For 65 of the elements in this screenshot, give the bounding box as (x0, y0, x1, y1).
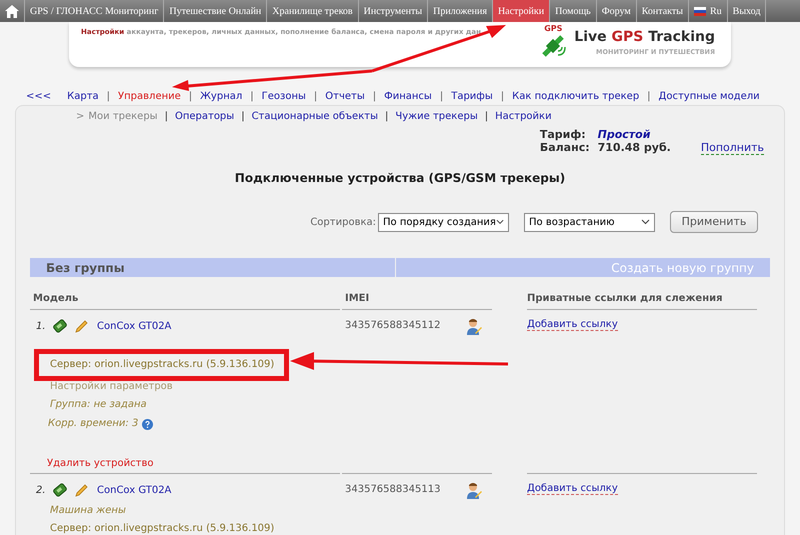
delete-device-link[interactable]: Удалить устройство (30, 456, 342, 471)
subnav-link[interactable]: Стационарные объекты (252, 109, 378, 124)
separator: | (188, 90, 192, 104)
nav-link[interactable]: Управление (118, 88, 181, 104)
nav-link[interactable]: Доступные модели (658, 88, 760, 104)
separator: | (647, 90, 651, 104)
page-title: Подключенные устройства (GPS/GSM трекеры) (234, 170, 566, 187)
nav-link[interactable]: Отчеты (325, 88, 365, 104)
sort-label: Сортировка: (310, 216, 376, 230)
row-number: 2. (36, 484, 46, 498)
help-icon[interactable] (142, 418, 154, 430)
pencil-icon[interactable] (74, 482, 89, 498)
apply-button[interactable]: Применить (670, 211, 758, 233)
user-edit-icon[interactable] (466, 318, 482, 336)
topup-link[interactable]: Пополнить (700, 141, 764, 155)
nav-link[interactable]: Как подключить трекер (512, 88, 640, 104)
imei-text: 343576588345113 (345, 483, 440, 497)
separator: | (500, 90, 504, 104)
group-header: Без группы (30, 258, 395, 277)
column-header: Модель (30, 291, 340, 310)
nav-link[interactable]: Журнал (200, 88, 242, 104)
server-text: Сервер: orion.livegpstracks.ru (5.9.136.109) (50, 359, 274, 370)
add-link[interactable]: Добавить ссылку (527, 483, 618, 495)
subnav-link[interactable]: Чужие трекеры (395, 109, 478, 124)
separator: | (106, 90, 110, 104)
imei-text: 343576588345112 (345, 319, 440, 333)
balance-label: Баланс: (540, 141, 590, 155)
tariff-label: Тариф: (540, 128, 587, 141)
subnav-link[interactable]: Операторы (174, 109, 234, 124)
separator: | (440, 90, 444, 104)
home-icon[interactable] (5, 4, 19, 18)
back-link[interactable]: <<< (26, 88, 52, 104)
top-menu-item[interactable]: Настройки (492, 0, 550, 22)
nav-link[interactable]: Геозоны (262, 88, 306, 104)
add-link[interactable]: Добавить ссылку (527, 319, 618, 331)
device-note: Машина жены (50, 504, 127, 518)
server-text: Сервер: orion.livegpstracks.ru (5.9.136.109) (50, 522, 276, 535)
model-link[interactable]: ConCox GT02A (97, 482, 172, 498)
nav-link[interactable]: Тарифы (451, 88, 493, 104)
subnav-link[interactable]: Настройки (495, 109, 552, 124)
separator: | (164, 110, 168, 124)
pencil-icon[interactable] (74, 318, 89, 334)
nav-link[interactable]: Карта (67, 88, 99, 104)
separator: | (384, 110, 388, 124)
separator: | (372, 90, 376, 104)
model-link[interactable]: ConCox GT02A (97, 318, 172, 334)
separator: | (314, 90, 318, 104)
time-correction: Корр. времени: 3 (48, 417, 138, 431)
separator: | (484, 110, 488, 124)
separator: | (250, 90, 254, 104)
column-header: IMEI (342, 291, 492, 310)
device-note: Группа: не задана (50, 398, 148, 412)
breadcrumb-marker: > (76, 110, 84, 124)
row-number: 1. (36, 320, 46, 334)
caret-icon (641, 219, 650, 225)
user-edit-icon[interactable] (466, 482, 482, 500)
sort-direction-select[interactable]: По возрастанию (524, 212, 655, 232)
column-header: Приватные ссылки для слежения (527, 291, 757, 310)
separator: | (241, 110, 245, 124)
flag-icon (694, 6, 706, 16)
balance-value: 710.48 руб. (598, 141, 671, 155)
caret-icon (496, 219, 504, 225)
nav-link[interactable]: Финансы (384, 88, 432, 104)
sort-order-select[interactable]: По порядку создания (378, 212, 509, 232)
tariff-value: Простой (598, 128, 652, 141)
